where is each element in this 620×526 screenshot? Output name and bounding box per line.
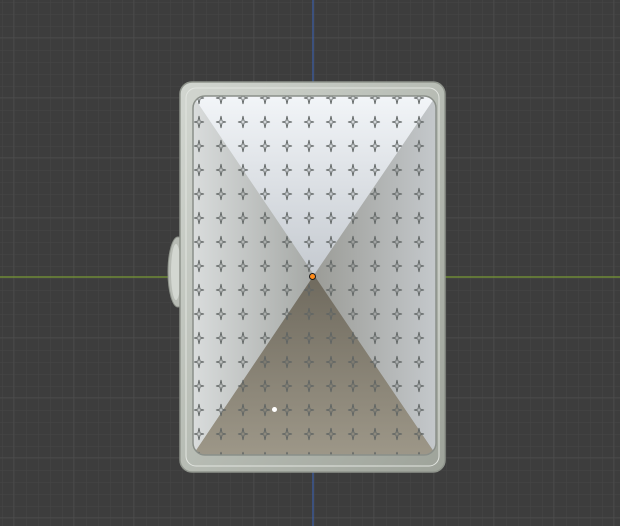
card-tray-model[interactable] bbox=[160, 80, 450, 475]
3d-viewport[interactable] bbox=[0, 0, 620, 526]
light-gizmo[interactable] bbox=[272, 407, 277, 412]
object-origin-point[interactable] bbox=[309, 273, 316, 280]
